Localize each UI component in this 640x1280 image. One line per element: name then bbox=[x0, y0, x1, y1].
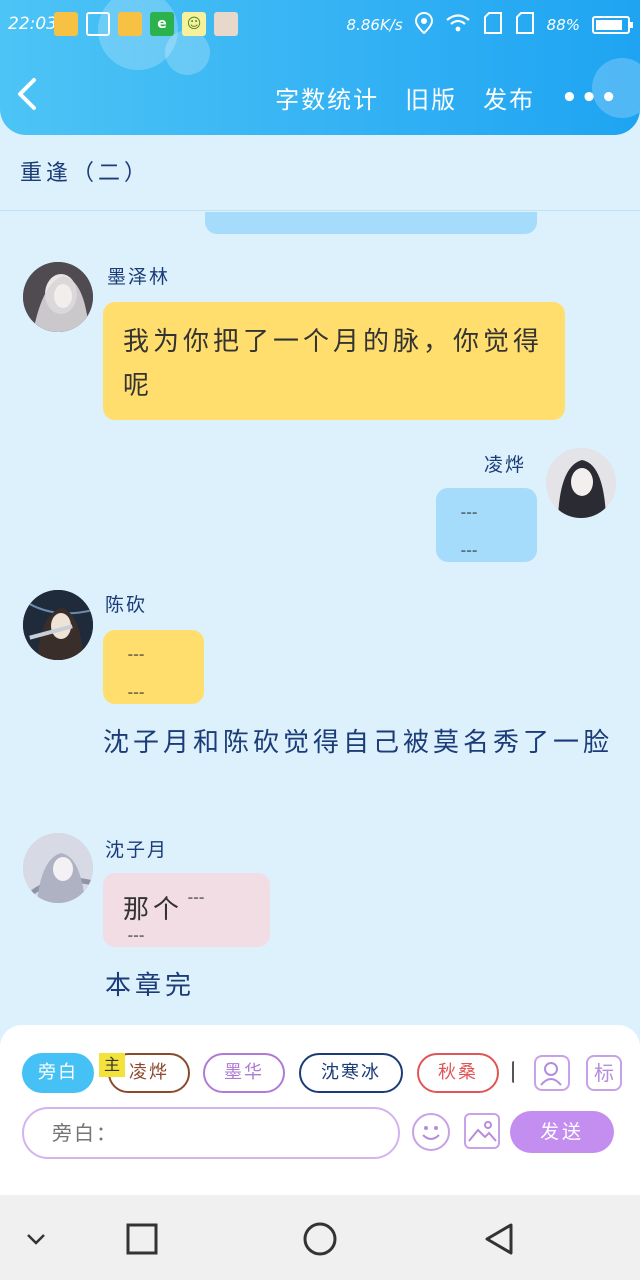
wifi-icon bbox=[445, 13, 471, 37]
sender-name: 沈子月 bbox=[105, 839, 169, 861]
image-icon[interactable] bbox=[464, 1113, 500, 1149]
old-version-button[interactable]: 旧版 bbox=[405, 80, 457, 115]
folder-icon bbox=[118, 12, 142, 36]
role-chip-shenhanbing[interactable]: 沈寒冰 bbox=[299, 1053, 403, 1093]
sender-name: 陈砍 bbox=[105, 594, 148, 616]
signal-icon bbox=[483, 12, 503, 38]
message-bubble[interactable]: 那个﹉ ﹉ bbox=[103, 873, 270, 963]
previous-message-bubble bbox=[205, 212, 537, 234]
emoji-icon[interactable] bbox=[412, 1113, 450, 1151]
battery-icon bbox=[592, 16, 633, 34]
back-triangle-icon[interactable] bbox=[478, 1217, 522, 1261]
battery-percent: 88% bbox=[546, 16, 580, 34]
nav-bar: 字数统计 旧版 发布 ••• bbox=[0, 62, 640, 132]
chapter-end-text: 本章完 bbox=[105, 971, 196, 1001]
recents-icon[interactable] bbox=[120, 1217, 164, 1261]
message-bubble[interactable]: 我为你把了一个月的脉，你觉得呢 bbox=[103, 302, 565, 420]
role-chip-qiusang[interactable]: 秋桑 bbox=[417, 1053, 499, 1093]
publish-button[interactable]: 发布 bbox=[483, 80, 535, 115]
role-scroll-edge bbox=[512, 1061, 516, 1083]
avatar[interactable] bbox=[546, 448, 616, 518]
sender-name: 凌烨 bbox=[484, 454, 527, 476]
word-count-button[interactable]: 字数统计 bbox=[275, 80, 379, 115]
more-button[interactable]: ••• bbox=[561, 83, 620, 113]
status-right: 8.86K/s 88% bbox=[346, 11, 633, 38]
chevron-left-icon bbox=[18, 78, 36, 110]
divider bbox=[0, 210, 640, 211]
nav-actions: 字数统计 旧版 发布 ••• bbox=[275, 80, 620, 115]
input-panel: 旁白 凌烨 主 墨华 沈寒冰 秋桑 标 发送 bbox=[0, 1025, 640, 1195]
status-bar: 22:03 e ☺ 8.86K/s 88% bbox=[0, 0, 640, 52]
folder-icon bbox=[54, 12, 78, 36]
photo-icon bbox=[214, 12, 238, 36]
message-bubble[interactable]: ﹉ ﹉ bbox=[436, 488, 537, 578]
home-icon[interactable] bbox=[298, 1217, 342, 1261]
system-nav-bar bbox=[0, 1195, 640, 1280]
app-header: 22:03 e ☺ 8.86K/s 88% 字数统计 旧版 发布 ••• bbox=[0, 0, 640, 135]
role-chip-mohua[interactable]: 墨华 bbox=[203, 1053, 285, 1093]
message-input[interactable] bbox=[22, 1107, 400, 1159]
wechat-icon: ☺ bbox=[182, 12, 206, 36]
status-time: 22:03 bbox=[8, 14, 57, 34]
net-speed: 8.86K/s bbox=[346, 16, 403, 34]
broom-icon bbox=[86, 12, 110, 36]
browser-icon: e bbox=[150, 12, 174, 36]
role-manage-icon[interactable] bbox=[534, 1055, 570, 1091]
avatar[interactable] bbox=[23, 590, 93, 660]
tag-icon[interactable]: 标 bbox=[586, 1055, 622, 1091]
location-icon bbox=[414, 11, 433, 38]
role-chip-narrator[interactable]: 旁白 bbox=[22, 1053, 94, 1093]
signal-icon bbox=[515, 12, 535, 38]
send-button[interactable]: 发送 bbox=[510, 1111, 614, 1153]
message-bubble[interactable]: ﹉ ﹉ bbox=[103, 630, 204, 720]
narration-text: 沈子月和陈砍觉得自己被莫名秀了一脸 bbox=[103, 728, 614, 758]
sender-name: 墨泽林 bbox=[107, 266, 171, 288]
chapter-title[interactable]: 重逢（二） bbox=[20, 155, 150, 187]
avatar[interactable] bbox=[23, 833, 93, 903]
avatar[interactable] bbox=[23, 262, 93, 332]
notification-icons: e ☺ bbox=[54, 12, 238, 36]
main-role-badge: 主 bbox=[99, 1053, 125, 1077]
back-button[interactable] bbox=[14, 74, 54, 118]
chevron-down-icon[interactable] bbox=[14, 1217, 58, 1261]
